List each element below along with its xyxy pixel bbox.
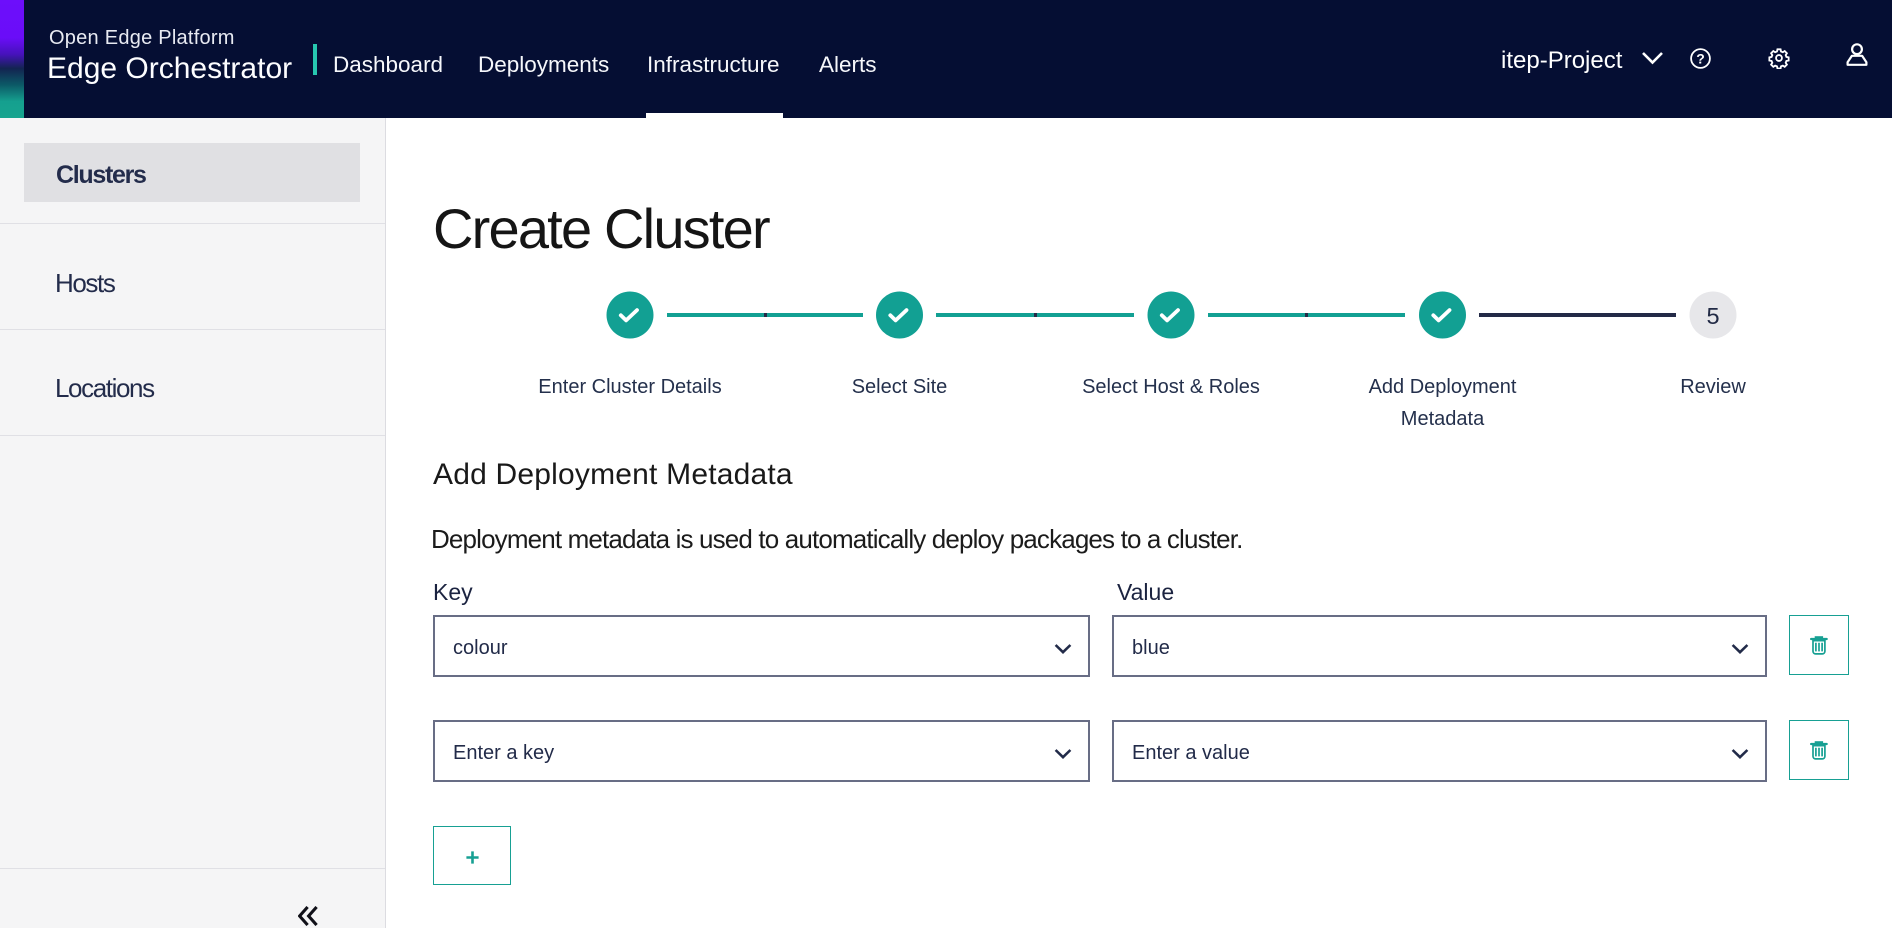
svg-text:?: ?: [1696, 50, 1705, 66]
svg-text:5: 5: [1706, 303, 1719, 329]
